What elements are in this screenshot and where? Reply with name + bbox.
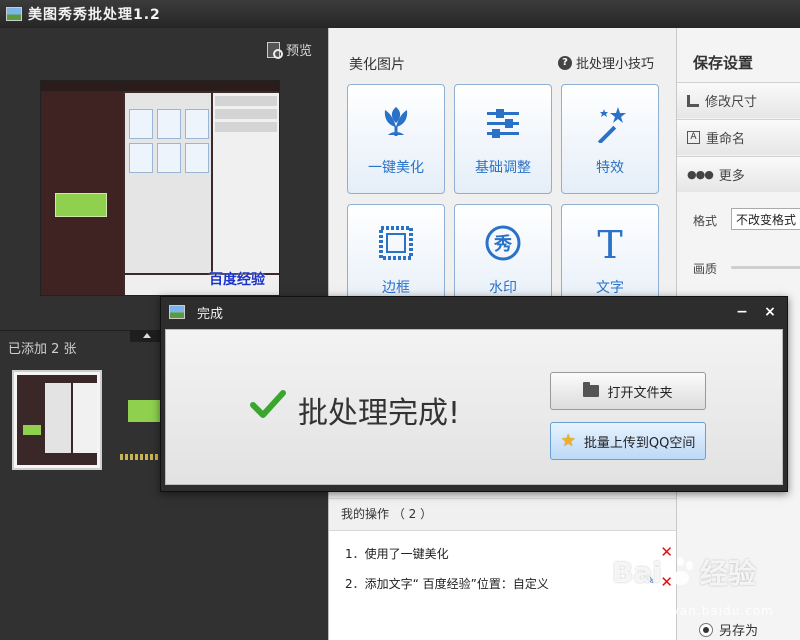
rename-icon: A bbox=[687, 131, 700, 144]
open-folder-button[interactable]: 打开文件夹 bbox=[550, 372, 706, 410]
save-as-label: 另存为 bbox=[719, 624, 759, 639]
star-icon: ★ bbox=[560, 431, 576, 451]
operations-header: 我的操作 （ 2 ） bbox=[329, 498, 677, 528]
tool-label: 文字 bbox=[596, 280, 624, 296]
baidu-brand-2: 经验 bbox=[699, 557, 756, 590]
dialog-app-icon bbox=[169, 305, 185, 319]
format-label: 格式 bbox=[693, 214, 718, 228]
tool-label: 一键美化 bbox=[368, 160, 424, 176]
more-label: 更多 bbox=[718, 169, 745, 184]
tool-label: 边框 bbox=[382, 280, 410, 296]
dialog-body: 批处理完成! 打开文件夹 ★ 批量上传到QQ空间 bbox=[165, 329, 783, 485]
rename-label: 重命名 bbox=[706, 132, 746, 147]
completion-dialog: 完成 − × 批处理完成! 打开文件夹 ★ 批量上传到QQ空间 bbox=[160, 296, 788, 492]
preview-label: 预览 bbox=[285, 44, 312, 59]
more-icon: ●●● bbox=[687, 168, 714, 181]
tool-label: 水印 bbox=[489, 280, 517, 296]
format-select[interactable]: 不改变格式 bbox=[731, 208, 800, 230]
thumbnail-2-caption bbox=[120, 454, 160, 460]
tool-label: 特效 bbox=[596, 160, 624, 176]
radio-icon[interactable] bbox=[699, 622, 713, 637]
watermark-icon-glyph: 秀 bbox=[493, 234, 512, 255]
tool-label: 基础调整 bbox=[475, 160, 531, 176]
app-icon bbox=[6, 7, 22, 21]
folder-icon bbox=[583, 382, 600, 397]
frame-icon bbox=[348, 223, 444, 263]
magic-wand-icon bbox=[562, 103, 658, 145]
minimize-button[interactable]: − bbox=[731, 301, 753, 323]
save-settings-title: 保存设置 bbox=[693, 54, 754, 72]
open-folder-label: 打开文件夹 bbox=[607, 385, 673, 401]
preview-image: 百度经验 bbox=[40, 80, 280, 296]
text-icon: T bbox=[562, 223, 658, 267]
sliders-icon bbox=[455, 103, 551, 143]
text-icon-glyph: T bbox=[597, 223, 622, 263]
watermark-icon: 秀 bbox=[455, 223, 551, 263]
question-icon: ? bbox=[557, 55, 572, 70]
tool-effects[interactable]: 特效 bbox=[561, 84, 659, 194]
app-title: 美图秀秀批处理1.2 bbox=[28, 7, 161, 23]
tips-label: 批处理小技巧 bbox=[575, 57, 654, 72]
added-count: 已添加 2 张 bbox=[8, 342, 77, 357]
rename-button[interactable]: A 重命名 bbox=[677, 119, 800, 155]
quality-slider[interactable] bbox=[731, 266, 800, 269]
collapse-toggle[interactable] bbox=[130, 330, 164, 342]
dialog-title: 完成 bbox=[197, 306, 224, 322]
baidu-watermark: Bai 经验 bbox=[612, 552, 756, 592]
tulip-icon bbox=[348, 103, 444, 143]
upload-label: 批量上传到QQ空间 bbox=[583, 435, 696, 451]
thumbnail-2[interactable] bbox=[128, 400, 162, 422]
preview-button[interactable]: 预览 bbox=[266, 40, 312, 59]
title-bar: 美图秀秀批处理1.2 bbox=[0, 0, 800, 28]
baidu-brand: Bai bbox=[612, 555, 662, 589]
resize-label: 修改尺寸 bbox=[705, 95, 758, 110]
more-button[interactable]: ●●● 更多 bbox=[677, 156, 800, 192]
quality-label: 画质 bbox=[693, 262, 718, 276]
preview-icon bbox=[266, 41, 283, 59]
baidu-url: jingyan.baidu.com bbox=[646, 604, 774, 618]
upload-qzone-button[interactable]: ★ 批量上传到QQ空间 bbox=[550, 422, 706, 460]
tips-link[interactable]: ? 批处理小技巧 bbox=[557, 53, 654, 72]
crop-icon bbox=[687, 94, 699, 107]
operation-item: 1．使用了一键美化 bbox=[345, 547, 449, 561]
dialog-title-bar: 完成 bbox=[161, 297, 787, 327]
tool-one-click-beautify[interactable]: 一键美化 bbox=[347, 84, 445, 194]
preview-watermark-text: 百度经验 bbox=[209, 272, 265, 288]
save-as-option[interactable]: 另存为 bbox=[699, 620, 758, 639]
close-button[interactable]: × bbox=[759, 301, 781, 323]
tool-basic-adjust[interactable]: 基础调整 bbox=[454, 84, 552, 194]
paw-icon bbox=[664, 557, 698, 587]
checkmark-icon bbox=[250, 390, 286, 418]
thumbnail-1[interactable] bbox=[12, 370, 102, 470]
beautify-title: 美化图片 bbox=[349, 57, 405, 73]
operation-item: 2．添加文字“ 百度经验”位置：自定义 bbox=[345, 577, 549, 591]
completion-message: 批处理完成! bbox=[298, 396, 461, 431]
resize-button[interactable]: 修改尺寸 bbox=[677, 82, 800, 118]
